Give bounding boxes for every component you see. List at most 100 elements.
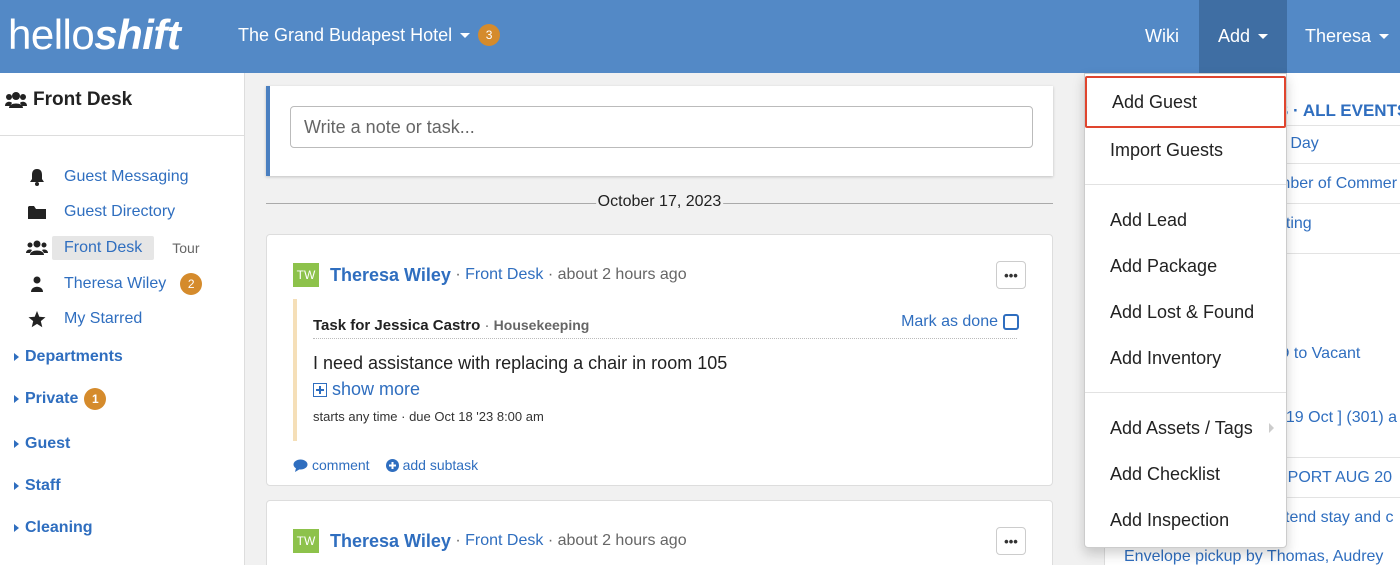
tour-link[interactable]: Tour: [172, 240, 199, 256]
show-more-label: show more: [332, 379, 421, 399]
sidebar-item-theresa-wiley[interactable]: Theresa Wiley 2: [0, 270, 203, 298]
comment-label: comment: [312, 457, 370, 473]
post-team[interactable]: Front Desk: [465, 532, 543, 550]
hotel-switcher[interactable]: The Grand Budapest Hotel 3: [238, 22, 501, 48]
sidebar-item-guest-messaging[interactable]: Guest Messaging: [0, 163, 189, 191]
task-block: Task for Jessica Castro · Housekeeping M…: [293, 299, 1019, 441]
sidebar-section-private[interactable]: Private 1: [14, 388, 107, 410]
mark-as-done-button[interactable]: Mark as done: [901, 313, 1019, 331]
caret-right-icon: [14, 395, 19, 403]
sidebar-section-staff[interactable]: Staff: [14, 477, 61, 495]
hotel-name: The Grand Budapest Hotel: [238, 25, 453, 45]
sidebar-title: Front Desk: [5, 89, 132, 111]
group-icon: [22, 240, 52, 256]
group-icon: [5, 92, 27, 108]
sidebar-divider: [0, 135, 244, 136]
task-title: Task for Jessica Castro: [313, 317, 481, 334]
post-author[interactable]: Theresa Wiley: [330, 531, 451, 552]
more-options-button[interactable]: •••: [996, 261, 1026, 289]
caret-right-icon: [1269, 423, 1274, 433]
add-label: Add: [1217, 26, 1251, 46]
event-item[interactable]: O to Vacant: [1277, 345, 1360, 363]
menu-item-add-inspection[interactable]: Add Inspection: [1085, 501, 1286, 539]
left-sidebar: Front Desk Guest Messaging Guest Directo…: [0, 73, 245, 565]
post-time: about 2 hours ago: [557, 266, 687, 283]
wiki-link[interactable]: Wiki: [1145, 0, 1179, 73]
checkbox-icon[interactable]: [1003, 314, 1019, 330]
menu-item-import-guests[interactable]: Import Guests: [1085, 131, 1286, 169]
caret-right-icon: [14, 482, 19, 490]
post-author[interactable]: Theresa Wiley: [330, 265, 451, 286]
task-header: Task for Jessica Castro · Housekeeping M…: [313, 313, 1019, 339]
add-menu-button[interactable]: Add: [1199, 0, 1287, 73]
date-label: October 17, 2023: [595, 193, 724, 211]
event-item[interactable]: : 19 Oct ] (301) a: [1277, 409, 1397, 427]
separator-dot: ·: [543, 532, 558, 549]
separator-dot: ·: [543, 266, 558, 283]
menu-item-add-lost-found[interactable]: Add Lost & Found: [1085, 293, 1286, 331]
show-more-link[interactable]: show more: [313, 379, 420, 400]
user-icon: [22, 276, 52, 292]
sidebar-item-label: Guest Messaging: [64, 168, 189, 185]
menu-item-label: Add Checklist: [1110, 463, 1221, 484]
feed-post: TW Theresa Wiley · Front Desk · about 2 …: [266, 234, 1053, 486]
note-task-input[interactable]: [290, 106, 1033, 148]
app-logo[interactable]: helloshift: [8, 10, 181, 60]
sidebar-item-my-starred[interactable]: My Starred: [0, 305, 142, 333]
task-department[interactable]: Housekeeping: [494, 317, 590, 333]
sidebar-item-front-desk[interactable]: Front Desk Tour: [0, 234, 199, 262]
caret-right-icon: [14, 353, 19, 361]
separator-dot: ·: [450, 266, 466, 283]
sidebar-section-departments[interactable]: Departments: [14, 348, 123, 366]
plus-square-icon: [313, 382, 327, 397]
section-label: Guest: [25, 435, 71, 452]
sidebar-item-guest-directory[interactable]: Guest Directory: [0, 198, 175, 226]
avatar[interactable]: TW: [293, 529, 319, 553]
events-header[interactable]: S · ALL EVENTS: [1277, 101, 1400, 121]
top-navbar: helloshift The Grand Budapest Hotel 3 Wi…: [0, 0, 1400, 73]
comment-button[interactable]: comment: [293, 457, 370, 473]
sidebar-section-cleaning[interactable]: Cleaning: [14, 519, 93, 537]
add-subtask-button[interactable]: add subtask: [385, 457, 478, 473]
menu-item-add-checklist[interactable]: Add Checklist: [1085, 455, 1286, 493]
sidebar-item-label: Theresa Wiley: [64, 275, 167, 292]
menu-item-label: Add Lead: [1110, 209, 1188, 230]
separator-dot: ·: [484, 317, 494, 334]
sidebar-section-guest[interactable]: Guest: [14, 435, 70, 453]
post-header: TW Theresa Wiley · Front Desk · about 2 …: [293, 263, 687, 287]
post-team[interactable]: Front Desk: [465, 266, 543, 284]
more-options-button[interactable]: •••: [996, 527, 1026, 555]
caret-right-icon: [14, 440, 19, 448]
ellipsis-icon: •••: [1004, 267, 1018, 283]
event-item[interactable]: EPORT AUG 20: [1277, 469, 1392, 487]
section-label: Departments: [25, 348, 123, 365]
post-actions: comment add subtask: [293, 457, 494, 473]
event-item[interactable]: xtend stay and c: [1277, 509, 1394, 527]
chevron-down-icon: [460, 32, 471, 38]
menu-item-add-inventory[interactable]: Add Inventory: [1085, 339, 1286, 377]
feed-post: TW Theresa Wiley · Front Desk · about 2 …: [266, 500, 1053, 565]
menu-item-add-lead[interactable]: Add Lead: [1085, 201, 1286, 239]
caret-right-icon: [14, 524, 19, 532]
menu-item-label: Add Guest: [1112, 91, 1198, 112]
menu-item-add-package[interactable]: Add Package: [1085, 247, 1286, 285]
avatar[interactable]: TW: [293, 263, 319, 287]
wiki-label: Wiki: [1145, 26, 1179, 46]
mark-done-label: Mark as done: [901, 313, 998, 330]
section-label: Staff: [25, 477, 61, 494]
separator-dot: ·: [450, 532, 466, 549]
notification-badge: 2: [180, 273, 203, 295]
menu-divider: [1085, 184, 1286, 185]
post-header: TW Theresa Wiley · Front Desk · about 2 …: [293, 529, 687, 553]
section-label: Private: [25, 390, 79, 407]
user-menu-button[interactable]: Theresa: [1305, 0, 1390, 73]
event-item[interactable]: Envelope pickup by Thomas, Audrey: [1124, 548, 1383, 565]
chevron-down-icon: [1379, 34, 1390, 39]
event-item[interactable]: mber of Commer: [1277, 175, 1397, 193]
comment-icon: [293, 459, 308, 472]
menu-item-add-assets-tags[interactable]: Add Assets / Tags: [1085, 409, 1286, 447]
menu-item-add-guest[interactable]: Add Guest: [1085, 76, 1286, 128]
notification-badge: 1: [84, 388, 107, 410]
folder-icon: [22, 205, 52, 220]
sidebar-item-label: My Starred: [64, 310, 143, 327]
